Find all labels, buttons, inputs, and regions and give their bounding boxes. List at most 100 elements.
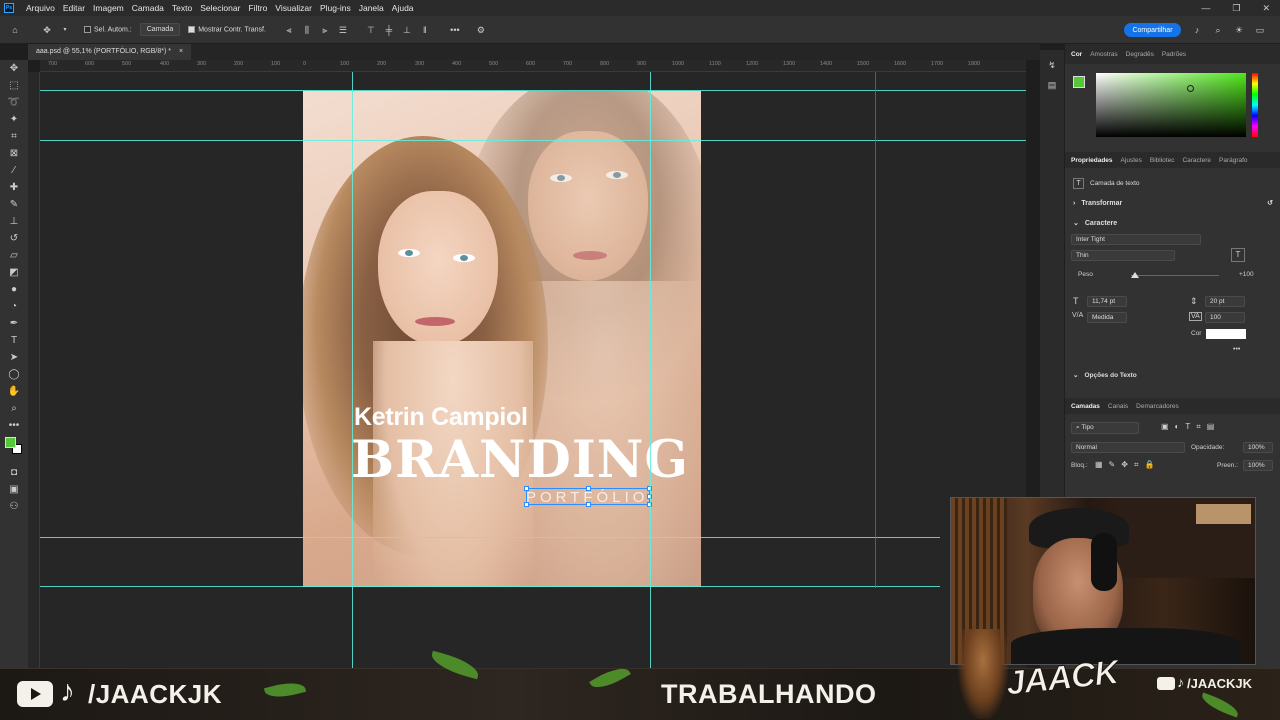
tab-propriedades[interactable]: Propriedades <box>1071 157 1113 164</box>
text-warp-icon[interactable]: T <box>1231 248 1245 262</box>
auto-select-dropdown[interactable]: Camada <box>139 23 181 36</box>
menu-imagem[interactable]: Imagem <box>89 3 128 13</box>
tab-close-icon[interactable]: × <box>179 48 183 55</box>
weight-value[interactable]: +100 <box>1239 271 1254 278</box>
kerning-field[interactable]: Medida <box>1087 312 1127 323</box>
weight-slider-track[interactable] <box>1131 275 1219 276</box>
leading-field[interactable]: 20 pt <box>1205 296 1245 307</box>
tab-amostras[interactable]: Amostras <box>1090 51 1117 58</box>
restore-icon[interactable]: ❐ <box>1232 3 1240 14</box>
search-icon[interactable]: ⌕ <box>1213 25 1223 35</box>
resize-handle[interactable] <box>524 486 529 491</box>
workspace-icon[interactable]: ▭ <box>1255 25 1265 35</box>
tab-degrades[interactable]: Degradês <box>1126 51 1154 58</box>
marquee-tool-icon[interactable]: ⬚ <box>0 77 28 94</box>
tab-ajustes[interactable]: Ajustes <box>1121 157 1142 164</box>
color-picker-cursor[interactable] <box>1187 85 1194 92</box>
history-icon[interactable]: ↯ <box>1047 60 1057 70</box>
foreground-color-swatch[interactable] <box>5 437 16 448</box>
chevron-down-icon[interactable]: ▾ <box>60 25 70 35</box>
tab-cor[interactable]: Cor <box>1071 51 1082 58</box>
tab-demarcadores[interactable]: Demarcadores <box>1136 403 1179 410</box>
font-size-field[interactable]: 11,74 pt <box>1087 296 1127 307</box>
magic-wand-icon[interactable]: ✦ <box>0 111 28 128</box>
zoom-tool-icon[interactable]: ⌕ <box>0 400 28 417</box>
tab-bibliotecas[interactable]: Bibliotec <box>1150 157 1175 164</box>
guide-line[interactable] <box>40 90 1026 91</box>
character-section-header[interactable]: ⌄ Caractere <box>1065 214 1280 232</box>
menu-texto[interactable]: Texto <box>168 3 196 13</box>
menu-ajuda[interactable]: Ajuda <box>388 3 418 13</box>
more-tools-icon[interactable]: ••• <box>0 417 28 434</box>
distribute-v-icon[interactable]: ‖ <box>420 25 430 35</box>
align-center-h-icon[interactable]: ⫼ <box>302 25 312 35</box>
lasso-tool-icon[interactable]: ➰ <box>0 94 28 111</box>
show-transform-checkbox[interactable]: Mostrar Contr. Transf. <box>188 25 266 33</box>
panel-foreground-swatch[interactable] <box>1073 76 1085 88</box>
more-options-icon[interactable]: ••• <box>450 25 460 35</box>
text-selection-box[interactable] <box>524 486 652 507</box>
frame-tool-icon[interactable]: ⊠ <box>0 145 28 162</box>
blur-tool-icon[interactable]: ● <box>0 281 28 298</box>
minimize-icon[interactable]: — <box>1201 3 1210 14</box>
reset-transform-icon[interactable]: ↺ <box>1267 199 1273 207</box>
guide-line[interactable] <box>40 537 940 538</box>
type-tool-icon[interactable]: T <box>0 332 28 349</box>
move-tool-icon[interactable]: ✥ <box>0 60 28 77</box>
canvas-area[interactable]: Ketrin Campiol BRANDING PORTFÓLIO <box>40 72 1026 668</box>
layer-filter-icons[interactable]: ▣◐T⌗▤ <box>1161 422 1220 432</box>
blend-mode-dropdown[interactable]: Normal <box>1071 442 1185 453</box>
brush-tool-icon[interactable]: ✎ <box>0 196 28 213</box>
text-options-header[interactable]: ⌄ Opções do Texto <box>1065 366 1280 384</box>
screen-mode-icon[interactable]: ▣ <box>0 481 28 498</box>
history-brush-icon[interactable]: ↺ <box>0 230 28 247</box>
artwork-name-text[interactable]: Ketrin Campiol <box>354 403 528 432</box>
font-family-dropdown[interactable]: Inter Tight <box>1071 234 1201 245</box>
tab-caractere[interactable]: Caractere <box>1182 157 1211 164</box>
align-top-icon[interactable]: ⊤ <box>366 25 376 35</box>
menu-janela[interactable]: Janela <box>355 3 388 13</box>
resize-handle[interactable] <box>524 502 529 507</box>
artboard[interactable]: Ketrin Campiol BRANDING PORTFÓLIO <box>303 91 701 587</box>
menu-selecionar[interactable]: Selecionar <box>196 3 244 13</box>
align-right-icon[interactable]: ⫸ <box>320 25 330 35</box>
tracking-field[interactable]: 100 <box>1205 312 1245 323</box>
align-middle-v-icon[interactable]: ╪ <box>384 25 394 35</box>
resize-handle[interactable] <box>586 502 591 507</box>
tab-camadas[interactable]: Camadas <box>1071 403 1100 410</box>
menu-arquivo[interactable]: Arquivo <box>22 3 59 13</box>
fill-field[interactable]: 100% <box>1243 460 1273 471</box>
guide-line[interactable] <box>875 72 876 588</box>
bell-icon[interactable]: ♪ <box>1192 25 1202 35</box>
tab-canais[interactable]: Canais <box>1108 403 1128 410</box>
menu-plugins[interactable]: Plug-ins <box>316 3 355 13</box>
shape-tool-icon[interactable]: ◯ <box>0 366 28 383</box>
color-swatches[interactable] <box>0 434 28 464</box>
crop-tool-icon[interactable]: ⌗ <box>0 128 28 145</box>
dodge-tool-icon[interactable]: ◔ <box>0 298 28 315</box>
layer-filter-dropdown[interactable]: ⌕ Tipo <box>1071 422 1139 434</box>
distribute-icon[interactable]: ☰ <box>338 25 348 35</box>
path-select-icon[interactable]: ➤ <box>0 349 28 366</box>
sun-icon[interactable]: ☀ <box>1234 25 1244 35</box>
hand-tool-icon[interactable]: ✋ <box>0 383 28 400</box>
move-tool-icon[interactable]: ✥ <box>42 25 52 35</box>
resize-handle[interactable] <box>586 486 591 491</box>
weight-slider-thumb[interactable] <box>1131 272 1139 278</box>
tab-paragrafo[interactable]: Parágrafo <box>1219 157 1248 164</box>
healing-brush-icon[interactable]: ✚ <box>0 179 28 196</box>
hue-slider[interactable] <box>1252 73 1258 137</box>
close-icon[interactable]: ✕ <box>1262 3 1270 14</box>
eyedropper-icon[interactable]: ⁄ <box>0 162 28 179</box>
align-left-icon[interactable]: ⫷ <box>284 25 294 35</box>
extras-icon[interactable]: ⚇ <box>0 498 28 515</box>
gradient-tool-icon[interactable]: ◩ <box>0 264 28 281</box>
quick-mask-icon[interactable]: ◘ <box>0 464 28 481</box>
menu-visualizar[interactable]: Visualizar <box>271 3 316 13</box>
more-options-button[interactable]: ••• <box>1233 346 1240 353</box>
menu-camada[interactable]: Camada <box>128 3 168 13</box>
align-bottom-icon[interactable]: ⊥ <box>402 25 412 35</box>
transform-section-header[interactable]: › Transformar ↺ <box>1065 194 1280 212</box>
menu-filtro[interactable]: Filtro <box>244 3 271 13</box>
artwork-headline-text[interactable]: BRANDING <box>351 430 689 490</box>
